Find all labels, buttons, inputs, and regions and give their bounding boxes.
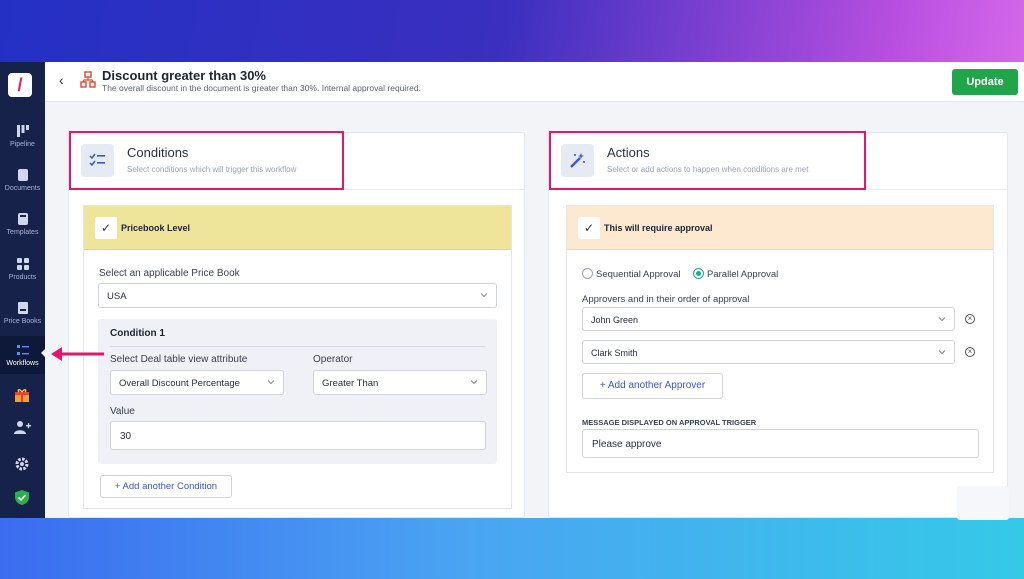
sidebar-item-label: Templates — [6, 229, 39, 236]
active-indicator — [41, 349, 45, 357]
sequential-approval-radio[interactable] — [582, 268, 593, 279]
approval-card: ✓ This will require approval Sequential … — [566, 205, 994, 473]
sidebar-item-label: Products — [8, 274, 37, 281]
message-input-text: Please approve — [592, 439, 662, 450]
actions-title: Actions — [607, 145, 650, 160]
operator-select[interactable]: Greater Than — [313, 370, 487, 395]
pricebook-level-label: Pricebook Level — [121, 223, 191, 233]
chevron-down-icon — [480, 293, 488, 298]
pricebook-field-label: Select an applicable Price Book — [99, 268, 240, 279]
value-field-label: Value — [110, 406, 135, 417]
condition-group: Condition 1 Select Deal table view attri… — [98, 319, 497, 464]
checklist-icon — [81, 144, 114, 177]
app-logo[interactable]: / — [8, 73, 32, 97]
actions-panel: Actions Select or add actions to happen … — [548, 131, 1008, 518]
settings-icon[interactable] — [14, 456, 30, 472]
approver-select-value: John Green — [591, 315, 639, 325]
page-subtitle: The overall discount in the document is … — [102, 83, 421, 93]
message-label: MESSAGE DISPLAYED ON APPROVAL TRIGGER — [582, 418, 757, 427]
sidebar-item-label: Price Books — [3, 318, 42, 325]
approver-select-2[interactable]: Clark Smith — [582, 340, 955, 364]
gift-icon[interactable] — [14, 388, 30, 403]
conditions-highlight-box: Conditions Select conditions which will … — [69, 131, 344, 190]
price-books-icon — [17, 302, 28, 314]
approval-checkbox[interactable]: ✓ — [578, 217, 600, 239]
sidebar-item-documents[interactable]: Documents — [0, 168, 45, 192]
pricebook-select[interactable]: USA — [98, 283, 497, 308]
attribute-select-value: Overall Discount Percentage — [119, 378, 240, 389]
workflows-icon — [16, 345, 29, 355]
app-window: / Pipeline Documents Templates Products … — [0, 62, 1024, 518]
approver-select-value: Clark Smith — [591, 348, 638, 358]
actions-highlight-box: Actions Select or add actions to happen … — [549, 131, 866, 190]
page-header: ‹ Discount greater than 30% The overall … — [45, 62, 1024, 102]
sequential-approval-label: Sequential Approval — [596, 269, 681, 280]
products-icon — [16, 258, 29, 270]
remove-approver-icon[interactable]: × — [965, 314, 975, 324]
message-input[interactable]: Please approve — [582, 429, 979, 458]
pricebook-level-band: ✓ Pricebook Level — [84, 206, 511, 250]
update-button[interactable]: Update — [952, 69, 1018, 95]
approver-select-1[interactable]: John Green — [582, 307, 955, 331]
sidebar-item-label: Workflows — [6, 360, 39, 367]
remove-approver-icon[interactable]: × — [965, 347, 975, 357]
divider — [110, 346, 485, 347]
approvers-label: Approvers and in their order of approval — [582, 294, 750, 305]
conditions-header: Conditions Select conditions which will … — [69, 131, 524, 190]
magic-wand-icon — [561, 144, 594, 177]
approval-band: ✓ This will require approval — [567, 206, 993, 250]
actions-header: Actions Select or add actions to happen … — [549, 131, 1007, 190]
actions-subtitle: Select or add actions to happen when con… — [607, 165, 809, 174]
sidebar-item-label: Pipeline — [10, 141, 35, 148]
parallel-approval-radio[interactable] — [693, 268, 704, 279]
attribute-select[interactable]: Overall Discount Percentage — [110, 370, 284, 395]
pointer-arrow-icon — [51, 347, 104, 361]
sidebar-item-pipeline[interactable]: Pipeline — [0, 124, 45, 148]
add-approver-button[interactable]: + Add another Approver — [582, 373, 723, 399]
chevron-down-icon — [267, 380, 275, 385]
conditions-title: Conditions — [127, 145, 189, 160]
operator-select-value: Greater Than — [322, 378, 379, 389]
parallel-approval-label: Parallel Approval — [707, 269, 779, 280]
sidebar-item-products[interactable]: Products — [0, 257, 45, 281]
chevron-down-icon — [938, 350, 946, 355]
pricebook-level-card: ✓ Pricebook Level Select an applicable P… — [83, 205, 512, 509]
workflow-diagram-icon — [80, 71, 96, 88]
decorative-tile — [957, 486, 1009, 520]
back-arrow-icon[interactable]: ‹ — [59, 72, 64, 88]
pipeline-icon — [16, 125, 29, 137]
value-input-text: 30 — [120, 431, 132, 442]
sidebar-item-templates[interactable]: Templates — [0, 212, 45, 236]
pricebook-select-value: USA — [107, 291, 127, 302]
sidebar: / Pipeline Documents Templates Products … — [0, 62, 45, 518]
value-input[interactable]: 30 — [110, 421, 486, 450]
attribute-field-label: Select Deal table view attribute — [110, 354, 248, 365]
chevron-down-icon — [470, 380, 478, 385]
pricebook-level-checkbox[interactable]: ✓ — [95, 217, 117, 239]
templates-icon — [17, 213, 28, 225]
background-band — [0, 518, 1024, 579]
sidebar-item-label: Documents — [4, 185, 41, 192]
add-condition-button[interactable]: + Add another Condition — [100, 475, 232, 498]
conditions-panel: Conditions Select conditions which will … — [68, 131, 525, 518]
documents-icon — [17, 169, 28, 181]
sidebar-item-workflows[interactable]: Workflows — [0, 336, 45, 374]
chevron-down-icon — [938, 317, 946, 322]
conditions-subtitle: Select conditions which will trigger thi… — [127, 165, 297, 174]
add-user-icon[interactable] — [13, 420, 31, 435]
sidebar-item-price-books[interactable]: Price Books — [0, 301, 45, 325]
shield-check-icon[interactable] — [14, 489, 30, 506]
page-title: Discount greater than 30% — [102, 68, 266, 83]
condition-title: Condition 1 — [110, 328, 165, 339]
operator-field-label: Operator — [313, 354, 353, 365]
approval-label: This will require approval — [604, 223, 713, 233]
